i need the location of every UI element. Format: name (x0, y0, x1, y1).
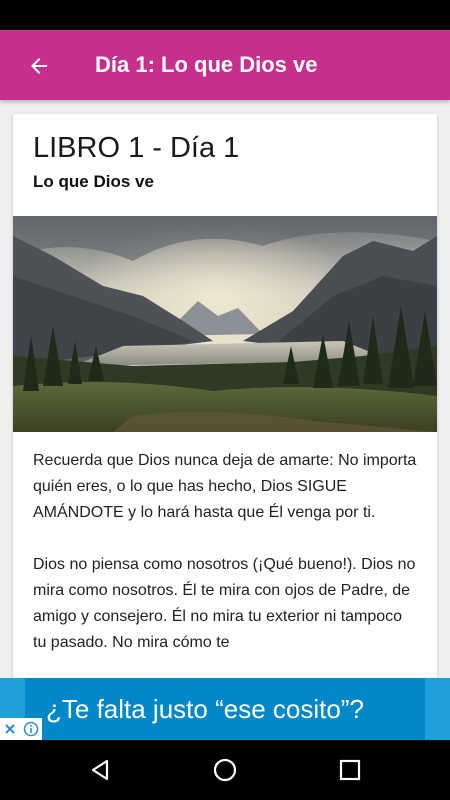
devotional-text: Recuerda que Dios nunca deja de amarte: … (33, 448, 417, 678)
book-title: LIBRO 1 - Día 1 (33, 132, 240, 164)
nav-back-button[interactable] (82, 752, 118, 788)
arrow-left-icon (31, 58, 47, 74)
recents-square-icon (339, 759, 361, 781)
nav-home-button[interactable] (207, 752, 243, 788)
paragraph: Recuerda que Dios nunca deja de amarte: … (33, 452, 417, 521)
info-icon[interactable] (23, 721, 39, 737)
back-button[interactable] (20, 47, 58, 85)
home-circle-icon (213, 758, 237, 782)
close-icon[interactable] (3, 722, 17, 736)
ad-banner[interactable]: ¿Te falta justo “ese cosito”? (0, 678, 450, 740)
ad-controls (0, 718, 42, 740)
devotional-card: LIBRO 1 - Día 1 Lo que Dios ve Recuerda … (13, 114, 437, 678)
scroll-content[interactable]: LIBRO 1 - Día 1 Lo que Dios ve Recuerda … (0, 100, 450, 678)
nav-recents-button[interactable] (332, 752, 368, 788)
book-subtitle: Lo que Dios ve (33, 172, 154, 191)
ad-text: ¿Te falta justo “ese cosito”? (46, 694, 364, 724)
page-title: Día 1: Lo que Dios ve (95, 52, 318, 77)
landscape-image (13, 216, 437, 432)
status-bar (0, 0, 450, 30)
ad-stripe-right (425, 678, 450, 740)
back-triangle-icon (91, 759, 109, 781)
app-bar: Día 1: Lo que Dios ve (0, 30, 450, 100)
paragraph: Dios no piensa como nosotros (¡Qué bueno… (33, 556, 416, 651)
system-navigation-bar (0, 740, 450, 800)
